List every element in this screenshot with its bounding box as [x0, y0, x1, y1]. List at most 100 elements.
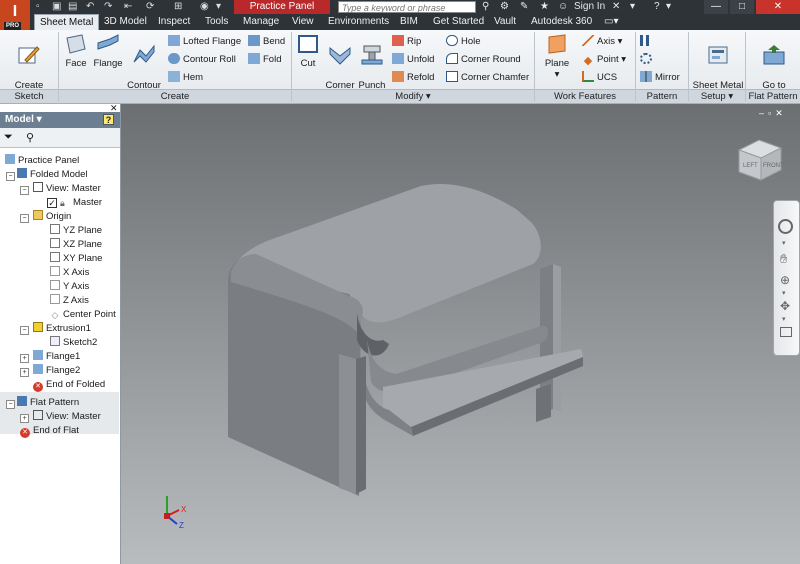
exchange-icon[interactable]: ✕ — [612, 0, 620, 14]
tab-bim[interactable]: BIM — [400, 14, 418, 30]
rip-button[interactable]: Rip — [392, 35, 421, 49]
panel-label-modify[interactable]: Modify ▾ — [292, 89, 534, 103]
update-icon[interactable]: ⟳ — [146, 0, 154, 14]
application-menu-button[interactable]: I PRO — [0, 0, 30, 30]
maximize-button[interactable]: □ — [730, 0, 754, 14]
tree-item-flat-view-master[interactable]: View: Master — [33, 410, 101, 424]
pan-hand-icon[interactable]: ✋︎ — [780, 251, 787, 267]
rectangular-pattern-button[interactable] — [640, 35, 655, 49]
tree-item-flange1[interactable]: Flange1 — [33, 350, 80, 364]
tree-item-end-of-flat[interactable]: ✕ End of Flat — [20, 424, 79, 438]
expand-toggle[interactable]: + — [20, 354, 29, 363]
tree-item-folded-model[interactable]: Folded Model — [17, 168, 88, 182]
view-face-icon[interactable] — [780, 327, 792, 337]
redo-icon[interactable]: ↷ — [104, 0, 112, 14]
hem-button[interactable]: Hem — [168, 71, 203, 85]
tree-item-y-axis[interactable]: Y Axis — [50, 280, 89, 294]
help-icon[interactable]: ? — [654, 0, 660, 14]
collapse-toggle[interactable]: − — [6, 172, 15, 181]
save-icon[interactable]: ▤ — [68, 0, 77, 14]
zoom-icon[interactable]: ⊕ — [780, 273, 790, 287]
contour-roll-button[interactable]: Contour Roll — [168, 53, 236, 67]
tab-get-started[interactable]: Get Started — [433, 14, 484, 30]
tab-autodesk-360[interactable]: Autodesk 360 — [531, 14, 592, 30]
expand-toggle[interactable]: + — [20, 368, 29, 377]
collapse-toggle[interactable]: − — [20, 214, 29, 223]
tab-view[interactable]: View — [292, 14, 314, 30]
open-file-icon[interactable]: ▣ — [52, 0, 61, 14]
corner-round-button[interactable]: Corner Round — [446, 53, 521, 67]
account-icon[interactable]: ▾ — [630, 0, 635, 14]
zoom-dropdown-icon[interactable]: ▾ — [782, 289, 786, 297]
point-button[interactable]: ◆ Point ▾ — [582, 53, 626, 67]
view-window-controls[interactable]: –▫✕ — [759, 108, 787, 119]
lofted-flange-button[interactable]: Lofted Flange — [168, 35, 241, 49]
tab-manage[interactable]: Manage — [243, 14, 279, 30]
search-input[interactable]: Type a keyword or phrase — [338, 1, 476, 13]
help-icon[interactable]: ? — [103, 114, 114, 125]
tree-item-part[interactable]: Practice Panel — [5, 154, 79, 168]
browser-title[interactable]: Model — [0, 114, 34, 125]
ucs-button[interactable]: UCS — [582, 71, 617, 85]
tree-item-xy-plane[interactable]: XY Plane — [50, 252, 102, 266]
filter-icon[interactable]: ⏷ — [4, 131, 13, 144]
sheet-metal-model[interactable] — [121, 104, 800, 564]
tree-item-view-master[interactable]: View: Master — [33, 182, 101, 196]
undo-icon[interactable]: ↶ — [86, 0, 94, 14]
new-file-icon[interactable]: ▫ — [36, 0, 40, 14]
browser-close-icon[interactable]: ✕ — [110, 104, 118, 113]
tree-item-flat-pattern[interactable]: Flat Pattern — [17, 396, 79, 410]
tree-item-extrusion1[interactable]: Extrusion1 — [33, 322, 91, 336]
hole-button[interactable]: Hole — [446, 35, 481, 49]
tree-item-flange2[interactable]: Flange2 — [33, 364, 80, 378]
tree-item-z-axis[interactable]: Z Axis — [50, 294, 89, 308]
tree-item-x-axis[interactable]: X Axis — [50, 266, 89, 280]
sign-in-link[interactable]: Sign In — [574, 0, 605, 14]
tree-item-master[interactable]: ✓ 🔒︎ Master — [47, 196, 102, 210]
corner-chamfer-button[interactable]: Corner Chamfer — [446, 71, 529, 85]
tab-environments[interactable]: Environments — [328, 14, 389, 30]
tab-vault[interactable]: Vault — [494, 14, 516, 30]
orbit-dropdown-icon[interactable]: ▾ — [782, 315, 786, 323]
ribbon-options-icon[interactable]: ▭▾ — [604, 14, 618, 30]
plane-button[interactable]: Plane ▾ — [540, 33, 574, 80]
tree-item-origin[interactable]: Origin — [33, 210, 71, 224]
favorites-icon[interactable]: ★ — [540, 0, 549, 14]
checkbox-checked-icon[interactable]: ✓ — [47, 198, 57, 208]
return-icon[interactable]: ⇤ — [124, 0, 132, 14]
tab-tools[interactable]: Tools — [205, 14, 228, 30]
tab-inspect[interactable]: Inspect — [158, 14, 190, 30]
collapse-toggle[interactable]: − — [20, 326, 29, 335]
circular-pattern-button[interactable] — [640, 53, 655, 67]
axis-button[interactable]: Axis ▾ — [582, 35, 622, 49]
help-dropdown-icon[interactable]: ▾ — [666, 0, 671, 14]
fold-button[interactable]: Fold — [248, 53, 281, 67]
browser-title-dropdown-icon[interactable]: ▾ — [34, 114, 42, 125]
tree-item-xz-plane[interactable]: XZ Plane — [50, 238, 102, 252]
binoculars-icon[interactable]: ⚲ — [26, 131, 34, 144]
binoculars-icon[interactable]: ⚲ — [482, 0, 489, 14]
orbit-icon[interactable]: ✥ — [780, 299, 790, 313]
communication-icon[interactable]: ✎ — [520, 0, 528, 14]
tree-item-sketch2[interactable]: Sketch2 — [50, 336, 97, 350]
collapse-toggle[interactable]: − — [20, 186, 29, 195]
user-icon[interactable]: ☺ — [558, 0, 568, 14]
face-button[interactable]: Face — [62, 33, 90, 69]
steering-wheel-icon[interactable] — [778, 219, 793, 234]
subscription-icon[interactable]: ⚙ — [500, 0, 509, 14]
tree-item-center-point[interactable]: ◇ Center Point — [50, 308, 116, 322]
tree-item-yz-plane[interactable]: YZ Plane — [50, 224, 102, 238]
close-button[interactable]: ✕ — [756, 0, 800, 14]
refold-button[interactable]: Refold — [392, 71, 434, 85]
bend-button[interactable]: Bend — [248, 35, 285, 49]
quick-access-dropdown-icon[interactable]: ▾ — [216, 0, 221, 14]
unfold-button[interactable]: Unfold — [392, 53, 434, 67]
panel-label-setup[interactable]: Setup ▾ — [689, 89, 745, 103]
collapse-toggle[interactable]: − — [6, 400, 15, 409]
tab-sheet-metal[interactable]: Sheet Metal — [34, 14, 100, 30]
tab-3d-model[interactable]: 3D Model — [104, 14, 147, 30]
steering-wheel-dropdown-icon[interactable]: ▾ — [782, 239, 786, 247]
minimize-button[interactable]: — — [704, 0, 728, 14]
graphics-window[interactable]: X Z –▫✕ LEFT FRONT — [121, 104, 800, 564]
expand-toggle[interactable]: + — [20, 414, 29, 423]
